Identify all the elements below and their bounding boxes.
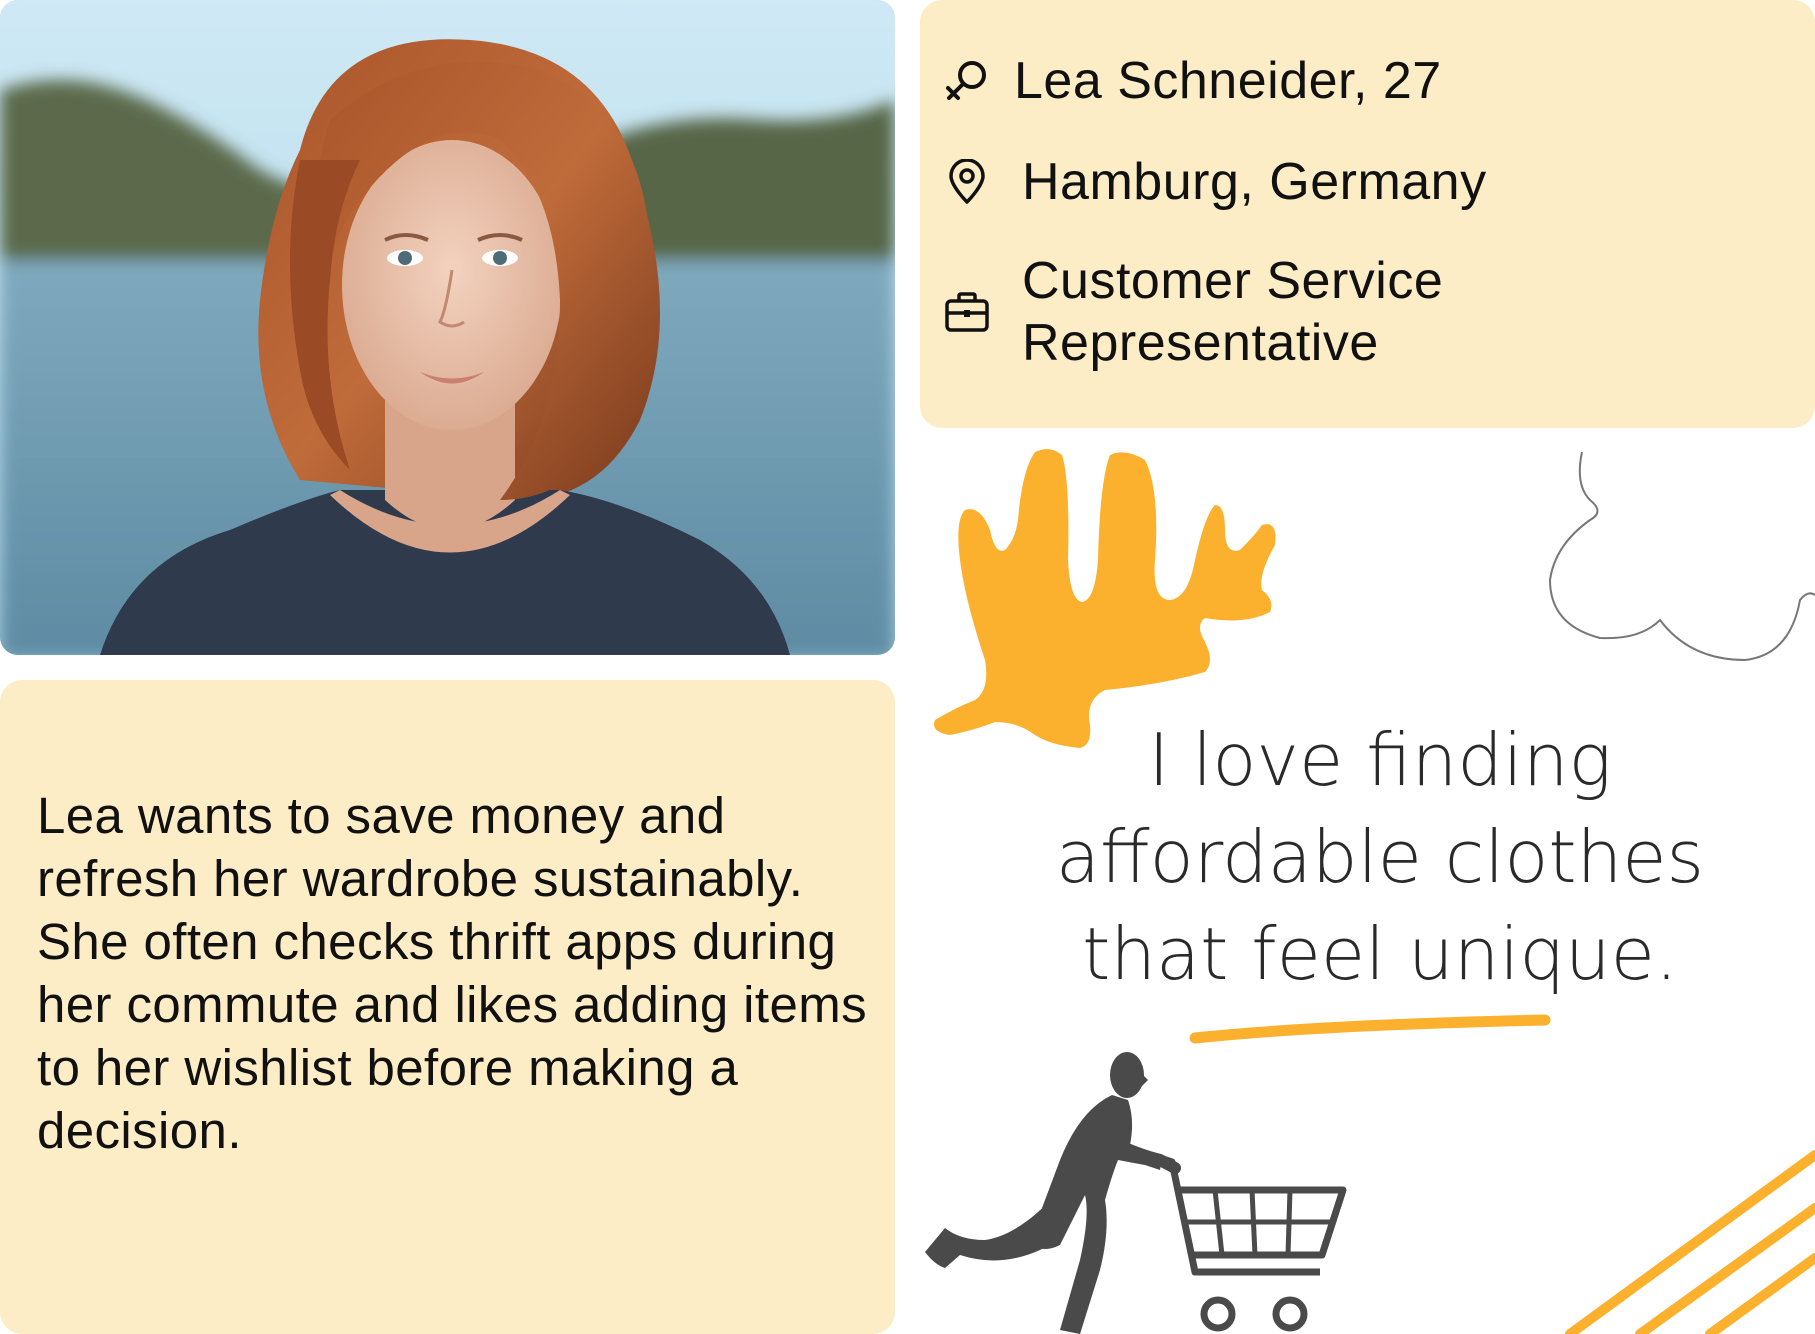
cloud-outline-shape — [1548, 451, 1815, 662]
location-row: Hamburg, Germany — [942, 151, 1487, 213]
persona-description-card: Lea wants to save money and refresh her … — [0, 680, 895, 1334]
shopper-with-cart-icon — [925, 1052, 1347, 1334]
orange-stripes — [1565, 1150, 1815, 1334]
female-gender-icon — [942, 56, 992, 106]
persona-location: Hamburg, Germany — [1022, 153, 1487, 211]
persona-portrait-image — [0, 0, 895, 655]
persona-quote: I love finding affordable clothes that f… — [1055, 718, 1705, 996]
quote-underline — [1189, 1014, 1551, 1044]
briefcase-icon — [942, 287, 992, 337]
occupation-row: Customer Service Representative — [942, 250, 1542, 374]
map-pin-icon — [942, 157, 992, 207]
persona-photo — [0, 0, 895, 655]
orange-leaf-shape — [934, 449, 1276, 748]
name-row: Lea Schneider, 27 — [942, 50, 1442, 112]
persona-occupation: Customer Service Representative — [1022, 252, 1444, 372]
persona-name-age: Lea Schneider, 27 — [1014, 52, 1442, 110]
persona-description: Lea wants to save money and refresh her … — [37, 787, 867, 1159]
persona-info-card: Lea Schneider, 27 Hamburg, Germany Custo… — [920, 0, 1815, 428]
